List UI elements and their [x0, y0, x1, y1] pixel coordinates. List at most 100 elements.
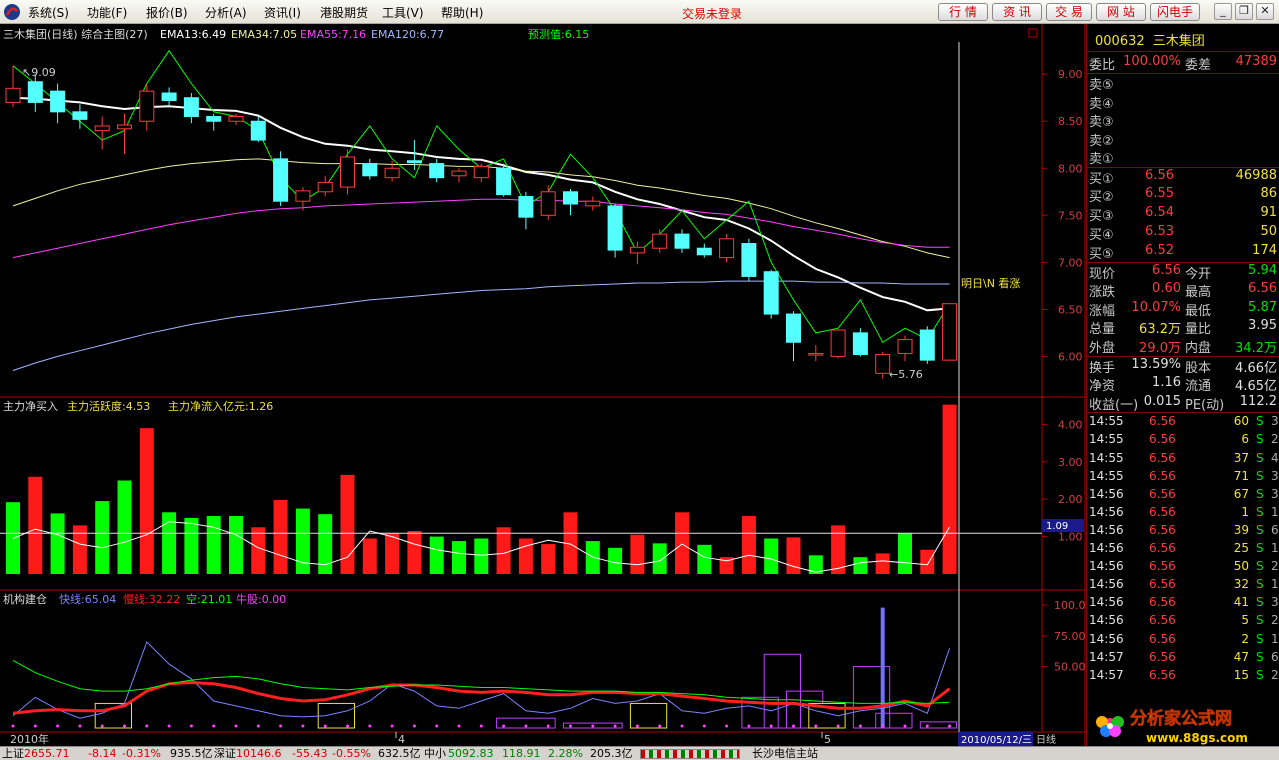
- bull-dot: [279, 724, 283, 728]
- menu-function[interactable]: 功能(F): [87, 4, 127, 21]
- sell-level-row[interactable]: 卖④: [1087, 93, 1279, 112]
- tick-side: S: [1256, 667, 1264, 682]
- sell-level-row[interactable]: 卖②: [1087, 130, 1279, 149]
- candle-body: [27, 81, 43, 103]
- weibi-value: 100.00%: [1123, 54, 1181, 69]
- inst-tick-label: 100.0: [1054, 599, 1086, 612]
- menu-info[interactable]: 资讯(I): [264, 4, 301, 21]
- bull-dot: [33, 724, 37, 728]
- flow-bar: [474, 538, 489, 574]
- bull-dot: [301, 724, 305, 728]
- trade-login-status[interactable]: 交易未登录: [682, 5, 742, 22]
- flow-bar: [184, 517, 199, 574]
- server-name[interactable]: 长沙电信主站: [752, 747, 818, 760]
- status-bar: 上证 2655.71 -8.14 -0.31% 935.5亿 深证 10146.…: [0, 746, 1279, 760]
- buy-level-label: 买⑤: [1089, 246, 1114, 262]
- quote-button[interactable]: 行 情: [938, 3, 988, 21]
- flow-bar: [786, 537, 801, 574]
- candle-body: [518, 195, 534, 218]
- tick-time: 14:55: [1089, 432, 1124, 447]
- bull-line-label: 牛股:0.00: [236, 592, 286, 606]
- menu-quote[interactable]: 报价(B): [146, 4, 188, 21]
- sell-level-label: 卖⑤: [1089, 78, 1114, 93]
- chart-area[interactable]: 9.00 8.50 8.00 7.50 7.00 6.50 6.00 4.00 3.00 2.0…: [0, 24, 1086, 746]
- menu-hk-futures[interactable]: 港股期货: [320, 4, 368, 21]
- restore-icon[interactable]: ❐: [1235, 3, 1253, 20]
- bull-dot: [613, 724, 617, 728]
- flow-bar: [652, 543, 667, 574]
- tick-row: 14:56 6.56 41 S 3: [1087, 595, 1279, 613]
- tick-row: 14:56 6.56 1 S 1: [1087, 505, 1279, 523]
- buy-level-row[interactable]: 买⑤ 6.52 174: [1087, 242, 1279, 262]
- tick-time: 14:56: [1089, 577, 1124, 592]
- tick-row: 14:55 6.56 6 S 2: [1087, 432, 1279, 450]
- sell-level-row[interactable]: 卖⑤: [1087, 74, 1279, 93]
- bull-dot: [479, 724, 483, 728]
- flow-marker-label: 1.09: [1046, 521, 1068, 532]
- menu-help[interactable]: 帮助(H): [441, 4, 483, 21]
- tick-time: 14:56: [1089, 595, 1124, 610]
- buy-level-row[interactable]: 买④ 6.53 50: [1087, 224, 1279, 243]
- price-tick-label: 8.00: [1058, 162, 1083, 175]
- candle-body: [117, 124, 132, 130]
- watermark-title: 分析家公式网: [1130, 708, 1232, 729]
- sell-level-row[interactable]: 卖③: [1087, 111, 1279, 130]
- minimize-icon[interactable]: _: [1214, 3, 1232, 20]
- stat-label: 今开: [1185, 266, 1212, 282]
- buy-volume: 174: [1252, 242, 1277, 258]
- stock-name: 三木集团: [1152, 34, 1205, 49]
- tick-volume: 50: [1233, 559, 1249, 574]
- tick-price: 6.56: [1149, 414, 1176, 429]
- bull-dot: [145, 724, 149, 728]
- menu-system[interactable]: 系统(S): [28, 4, 69, 21]
- zx-index-label: 中小: [424, 747, 446, 760]
- zx-index-pct: 2.28%: [548, 747, 583, 760]
- trade-button[interactable]: 交 易: [1046, 3, 1092, 21]
- tick-row: 14:56 6.56 50 S 2: [1087, 559, 1279, 577]
- tick-row: 14:55 6.56 37 S 4: [1087, 451, 1279, 469]
- tick-row: 14:56 6.56 2 S 1: [1087, 632, 1279, 650]
- flow-bar: [206, 516, 221, 574]
- tick-count: 1: [1271, 631, 1279, 646]
- buy-level-row[interactable]: 买② 6.55 86: [1087, 186, 1279, 205]
- stat-label: 外盘: [1089, 340, 1116, 356]
- forecast-annotation: 明日\N 看涨: [961, 276, 1020, 290]
- candle-body: [919, 329, 935, 361]
- tick-side: S: [1256, 613, 1264, 628]
- tick-volume: 37: [1233, 450, 1249, 465]
- website-button[interactable]: 网 站: [1096, 3, 1146, 21]
- tick-price: 6.56: [1149, 667, 1176, 682]
- flow-tick-label: 3.00: [1058, 456, 1083, 469]
- menu-analysis[interactable]: 分析(A): [205, 4, 247, 21]
- tick-price: 6.56: [1149, 450, 1176, 465]
- tick-volume: 47: [1233, 649, 1249, 664]
- sell-level-label: 卖③: [1089, 115, 1114, 130]
- tick-side: S: [1256, 595, 1264, 610]
- tick-volume: 60: [1233, 414, 1249, 429]
- menu-tools[interactable]: 工具(V): [382, 4, 424, 21]
- candle-body: [563, 191, 578, 205]
- candle-body: [406, 160, 422, 164]
- bull-dot: [502, 724, 506, 728]
- candle-body: [473, 165, 489, 179]
- buy-level-row[interactable]: 买① 6.56 46988: [1087, 168, 1279, 187]
- close-icon[interactable]: ✕: [1256, 3, 1274, 20]
- candle-body: [875, 353, 891, 374]
- stat-value: 10.07%: [1131, 299, 1181, 315]
- bull-dot: [256, 724, 260, 728]
- sell-level-row[interactable]: 卖①: [1087, 148, 1279, 167]
- activity-label: 主力活跃度:4.53: [67, 399, 150, 413]
- buy-level-row[interactable]: 买③ 6.54 91: [1087, 205, 1279, 224]
- flash-trade-button[interactable]: 闪电手: [1150, 3, 1200, 21]
- fundamental-value: 4.65亿: [1235, 379, 1277, 395]
- tick-side: S: [1256, 577, 1264, 592]
- info-button[interactable]: 资 讯: [992, 3, 1042, 21]
- candle-body: [317, 181, 333, 193]
- fast-line-label: 快线:65.04: [59, 592, 116, 606]
- stat-row: 涨幅 10.07% 最低 5.87: [1087, 299, 1279, 319]
- tick-count: 6: [1271, 522, 1279, 537]
- flow-bar: [875, 553, 890, 574]
- buy-level-label: 买④: [1089, 227, 1114, 243]
- bull-dot: [78, 724, 82, 728]
- tick-count: 3: [1271, 468, 1279, 483]
